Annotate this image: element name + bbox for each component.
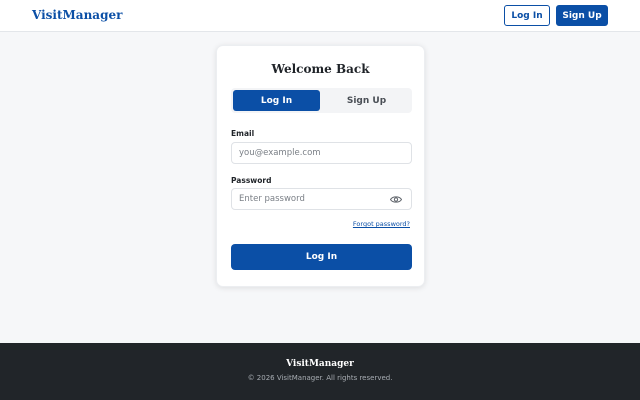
- header-signup-button[interactable]: Sign Up: [556, 5, 608, 26]
- login-submit-button[interactable]: Log In: [231, 244, 412, 270]
- card-title: Welcome Back: [271, 62, 370, 76]
- footer: VisitManager © 2026 VisitManager. All ri…: [0, 343, 640, 400]
- auth-tabs: Log In Sign Up: [231, 88, 412, 113]
- forgot-password-link[interactable]: Forgot password?: [353, 220, 410, 228]
- eye-icon[interactable]: [389, 193, 403, 205]
- password-field[interactable]: [231, 188, 412, 210]
- footer-copyright: © 2026 VisitManager. All rights reserved…: [247, 374, 393, 382]
- password-label: Password: [231, 176, 272, 185]
- tab-login[interactable]: Log In: [233, 90, 320, 111]
- top-nav: VisitManager Log In Sign Up: [0, 0, 640, 32]
- login-card: Welcome Back Log In Sign Up Email Passwo…: [216, 45, 425, 287]
- email-field[interactable]: [231, 142, 412, 164]
- footer-brand: VisitManager: [286, 359, 354, 369]
- tab-signup[interactable]: Sign Up: [323, 90, 410, 111]
- brand-logo[interactable]: VisitManager: [32, 8, 122, 22]
- header-login-button[interactable]: Log In: [504, 5, 550, 26]
- email-label: Email: [231, 129, 255, 138]
